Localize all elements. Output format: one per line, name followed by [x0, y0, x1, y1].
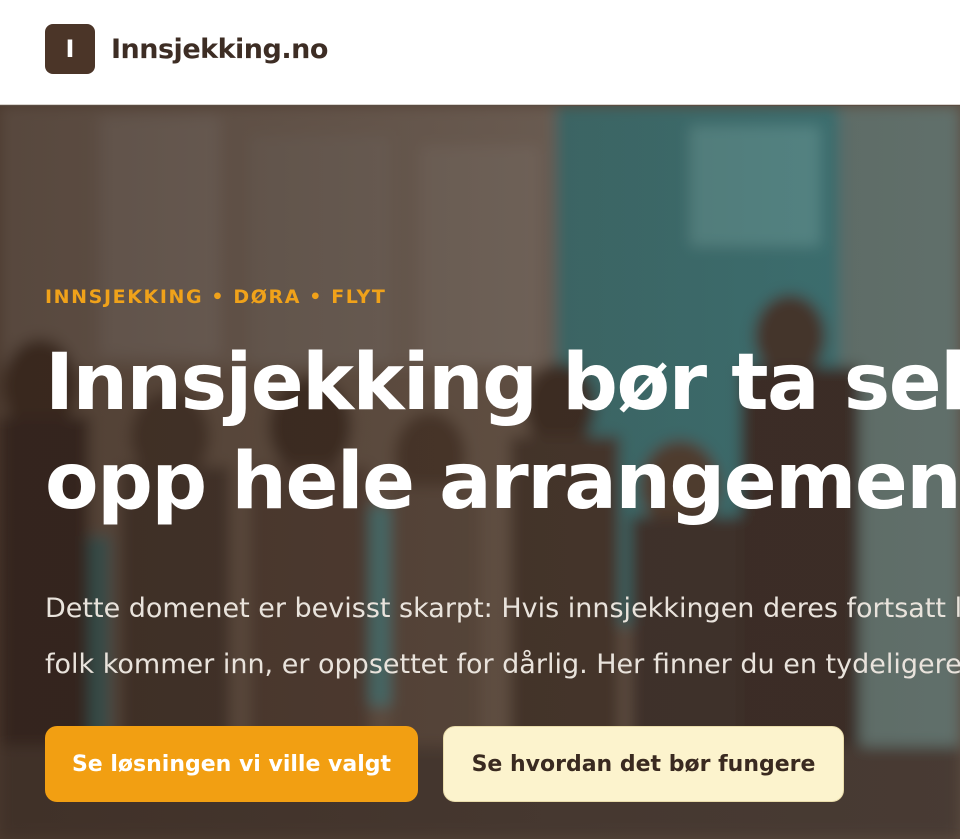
description-line: Dette domenet er bevisst skarpt: Hvis in…	[45, 593, 960, 624]
hero-section: INNSJEKKING • DØRA • FLYT Innsjekking bø…	[0, 106, 960, 839]
site-header: I Innsjekking.no	[0, 0, 960, 105]
hero-eyebrow: INNSJEKKING • DØRA • FLYT	[45, 286, 387, 308]
headline-line: Innsjekking bør ta sekunder, ikke spise	[45, 338, 960, 428]
description-line: folk kommer inn, er oppsettet for dårlig…	[45, 649, 960, 680]
secondary-cta-button[interactable]: Se hvordan det bør fungere	[443, 726, 844, 802]
hero-headline: Innsjekking bør ta sekunder, ikke spise …	[45, 334, 960, 532]
hero-description: Dette domenet er bevisst skarpt: Hvis in…	[45, 581, 960, 693]
primary-cta-button[interactable]: Se løsningen vi ville valgt	[45, 726, 418, 802]
logo-icon[interactable]: I	[45, 24, 95, 74]
headline-line: opp hele arrangementstarten	[45, 437, 960, 527]
brand-name-link[interactable]: Innsjekking.no	[111, 30, 328, 70]
